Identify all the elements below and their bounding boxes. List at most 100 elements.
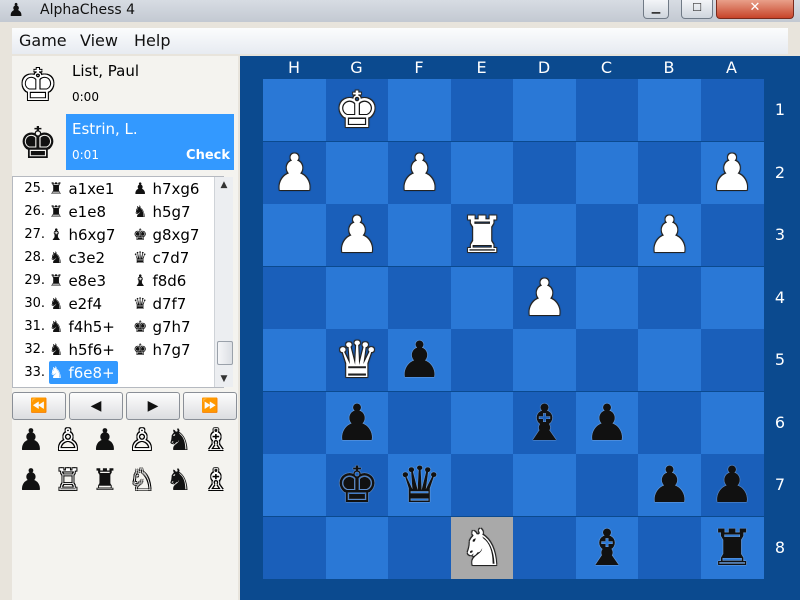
- white-pawn-icon[interactable]: ♟: [388, 142, 451, 204]
- square-g5[interactable]: ♛: [325, 329, 389, 391]
- square-e1[interactable]: [450, 79, 514, 141]
- square-c4[interactable]: [575, 266, 639, 329]
- square-a8[interactable]: ♜: [700, 516, 764, 579]
- square-d5[interactable]: [513, 329, 576, 391]
- square-h8[interactable]: [263, 516, 326, 579]
- square-a5[interactable]: [700, 329, 764, 391]
- square-h1[interactable]: [263, 79, 326, 141]
- move-list-scrollbar[interactable]: ▲ ▼: [214, 177, 233, 387]
- square-b8[interactable]: [638, 516, 701, 579]
- white-move[interactable]: ♞ f4h5+: [49, 315, 118, 338]
- last-move-button[interactable]: ⏩: [183, 392, 237, 420]
- square-h7[interactable]: [263, 454, 326, 516]
- square-d6[interactable]: ♝: [513, 391, 576, 454]
- white-pawn-icon[interactable]: ♟: [513, 267, 576, 329]
- square-b4[interactable]: [638, 266, 701, 329]
- square-a1[interactable]: [700, 79, 764, 141]
- black-queen-icon[interactable]: ♛: [388, 454, 451, 516]
- black-move[interactable]: ♝ f8d6: [133, 269, 186, 293]
- square-e7[interactable]: [450, 454, 514, 516]
- square-e2[interactable]: [450, 141, 514, 204]
- square-b1[interactable]: [638, 79, 701, 141]
- black-pawn-icon[interactable]: ♟: [638, 454, 701, 516]
- square-d1[interactable]: [513, 79, 576, 141]
- white-pawn-icon[interactable]: ♟: [326, 204, 389, 266]
- black-move[interactable]: ♚ h7g7: [133, 338, 191, 362]
- black-bishop-icon[interactable]: ♝: [576, 517, 639, 579]
- square-c8[interactable]: ♝: [575, 516, 639, 579]
- white-king-icon[interactable]: ♚: [326, 79, 389, 141]
- white-pawn-icon[interactable]: ♟: [638, 204, 701, 266]
- square-c7[interactable]: [575, 454, 639, 516]
- black-rook-icon[interactable]: ♜: [701, 517, 764, 579]
- square-a4[interactable]: [700, 266, 764, 329]
- white-move[interactable]: ♜ e1e8: [49, 200, 109, 223]
- menu-view[interactable]: View: [80, 28, 118, 54]
- first-move-button[interactable]: ⏪: [12, 392, 66, 420]
- square-h5[interactable]: [263, 329, 326, 391]
- minimize-button[interactable]: ▁: [643, 0, 669, 19]
- black-king-icon[interactable]: ♚: [326, 454, 389, 516]
- square-e4[interactable]: [450, 266, 514, 329]
- square-a2[interactable]: ♟: [700, 141, 764, 204]
- square-c6[interactable]: ♟: [575, 391, 639, 454]
- square-g7[interactable]: ♚: [325, 454, 389, 516]
- square-e3[interactable]: ♜: [450, 204, 514, 266]
- square-f1[interactable]: [388, 79, 451, 141]
- square-b6[interactable]: [638, 391, 701, 454]
- square-f2[interactable]: ♟: [388, 141, 451, 204]
- black-move[interactable]: ♛ c7d7: [133, 246, 189, 270]
- square-d2[interactable]: [513, 141, 576, 204]
- white-move[interactable]: ♞ f6e8+: [49, 361, 118, 384]
- square-c1[interactable]: [575, 79, 639, 141]
- square-f3[interactable]: [388, 204, 451, 266]
- black-move[interactable]: ♚ g7h7: [133, 315, 191, 339]
- next-move-button[interactable]: ▶: [126, 392, 180, 420]
- square-f8[interactable]: [388, 516, 451, 579]
- black-move[interactable]: ♛ d7f7: [133, 292, 186, 316]
- menu-game[interactable]: Game: [19, 28, 67, 54]
- scroll-thumb[interactable]: [217, 341, 233, 365]
- square-a6[interactable]: [700, 391, 764, 454]
- scroll-down-icon[interactable]: ▼: [215, 371, 233, 387]
- square-c2[interactable]: [575, 141, 639, 204]
- square-a7[interactable]: ♟: [700, 454, 764, 516]
- square-g3[interactable]: ♟: [325, 204, 389, 266]
- square-g2[interactable]: [325, 141, 389, 204]
- square-g1[interactable]: ♚: [325, 79, 389, 141]
- black-move[interactable]: ♞ h5g7: [133, 200, 191, 224]
- move-list[interactable]: 25. ♜ a1xe1 ♟ h7xg6 26. ♜ e1e8 ♞ h5g7 27. ♝ h6x…: [12, 176, 224, 388]
- white-move[interactable]: ♞ h5f6+: [49, 338, 118, 361]
- square-b3[interactable]: ♟: [638, 204, 701, 266]
- black-move[interactable]: ♟ h7xg6: [133, 177, 199, 201]
- square-f5[interactable]: ♟: [388, 329, 451, 391]
- white-move[interactable]: ♞ e2f4: [49, 292, 105, 315]
- maximize-button[interactable]: ☐: [681, 0, 713, 19]
- square-h6[interactable]: [263, 391, 326, 454]
- white-pawn-icon[interactable]: ♟: [263, 142, 326, 204]
- square-e8[interactable]: ♞: [450, 516, 514, 579]
- scroll-up-icon[interactable]: ▲: [215, 177, 233, 193]
- square-e5[interactable]: [450, 329, 514, 391]
- square-c5[interactable]: [575, 329, 639, 391]
- square-h3[interactable]: [263, 204, 326, 266]
- white-queen-icon[interactable]: ♛: [326, 329, 389, 391]
- white-move[interactable]: ♝ h6xg7: [49, 223, 118, 246]
- menu-help[interactable]: Help: [134, 28, 170, 54]
- square-f7[interactable]: ♛: [388, 454, 451, 516]
- square-h4[interactable]: [263, 266, 326, 329]
- black-pawn-icon[interactable]: ♟: [326, 392, 389, 454]
- white-move[interactable]: ♞ c3e2: [49, 246, 108, 269]
- square-h2[interactable]: ♟: [263, 141, 326, 204]
- white-pawn-icon[interactable]: ♟: [701, 142, 764, 204]
- white-knight-icon[interactable]: ♞: [451, 517, 514, 579]
- square-g4[interactable]: [325, 266, 389, 329]
- black-bishop-icon[interactable]: ♝: [513, 392, 576, 454]
- black-pawn-icon[interactable]: ♟: [701, 454, 764, 516]
- square-b7[interactable]: ♟: [638, 454, 701, 516]
- white-move[interactable]: ♜ a1xe1: [49, 177, 117, 200]
- square-c3[interactable]: [575, 204, 639, 266]
- square-f4[interactable]: [388, 266, 451, 329]
- square-g6[interactable]: ♟: [325, 391, 389, 454]
- close-button[interactable]: ✕: [716, 0, 794, 19]
